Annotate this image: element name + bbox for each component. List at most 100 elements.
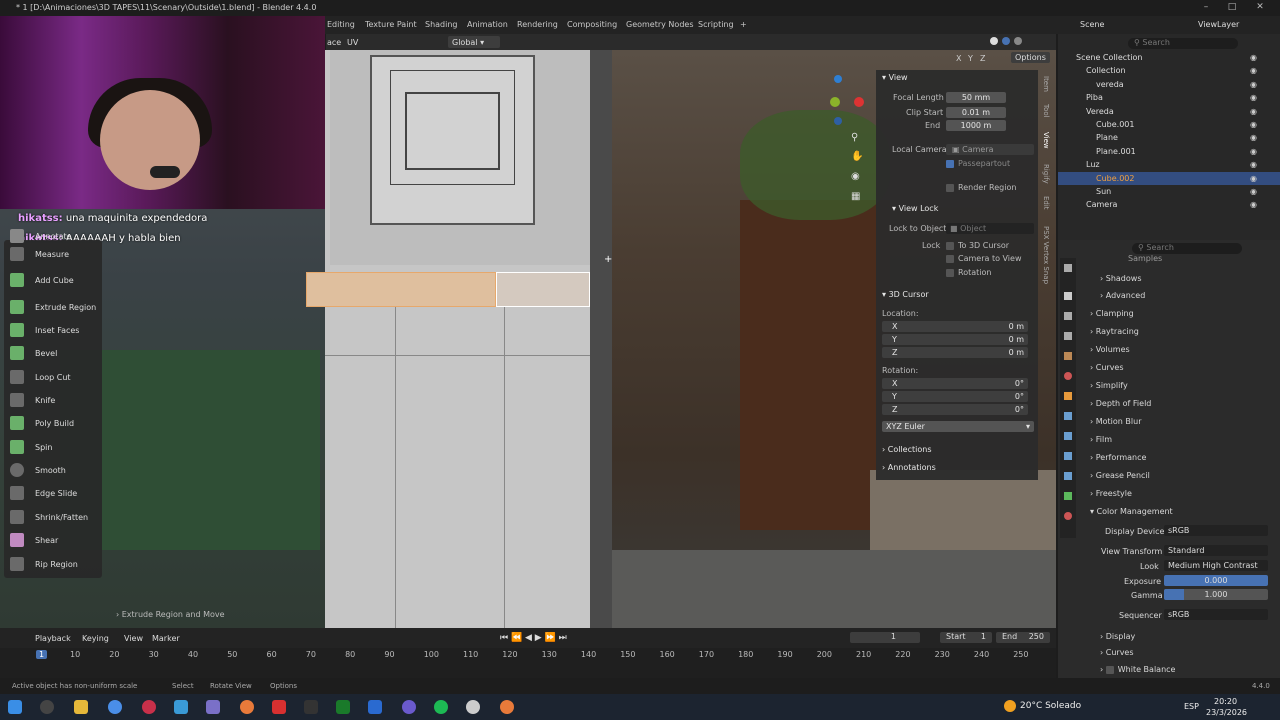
properties-section[interactable]: › Shadows: [1100, 274, 1141, 283]
tab-item[interactable]: Item: [1042, 76, 1050, 92]
opera-icon[interactable]: [142, 700, 156, 714]
add-workspace-icon[interactable]: +: [740, 20, 747, 29]
outliner-row[interactable]: Cube.001 ◉: [1058, 118, 1280, 131]
last-operator-panel[interactable]: › Extrude Region and Move: [116, 610, 225, 619]
outliner-row[interactable]: Sun ◉: [1058, 185, 1280, 198]
end-frame-field[interactable]: End 250: [996, 632, 1050, 643]
material-icon[interactable]: [1064, 512, 1072, 520]
properties-section[interactable]: › Depth of Field: [1090, 399, 1151, 408]
annotations-header[interactable]: › Annotations: [882, 463, 936, 472]
shading-material-icon[interactable]: [1002, 37, 1010, 45]
look-dropdown[interactable]: Medium High Contrast: [1164, 560, 1268, 571]
world-icon[interactable]: [1064, 372, 1072, 380]
properties-section[interactable]: › Grease Pencil: [1090, 471, 1150, 480]
uv-menu[interactable]: UV: [347, 38, 358, 47]
visibility-eye-icon[interactable]: ◉: [1250, 105, 1257, 118]
3d-cursor-header[interactable]: ▾ 3D Cursor: [882, 290, 929, 299]
keying-menu[interactable]: Keying: [82, 634, 109, 643]
mirror-z-toggle[interactable]: Z: [980, 54, 985, 63]
passepartout-checkbox[interactable]: Passepartout: [946, 159, 1010, 168]
particles-icon[interactable]: [1064, 432, 1072, 440]
curves-subpanel[interactable]: › Curves: [1100, 648, 1134, 657]
tool-measure[interactable]: Measure: [10, 244, 100, 264]
outliner-row[interactable]: Luz ◉: [1058, 158, 1280, 171]
outliner-row[interactable]: vereda ◉: [1058, 78, 1280, 91]
gamma-field[interactable]: 1.000: [1164, 589, 1268, 600]
selected-faces[interactable]: [306, 272, 496, 307]
app-purple-icon[interactable]: [402, 700, 416, 714]
properties-section[interactable]: › Simplify: [1090, 381, 1128, 390]
tool-loop-cut[interactable]: Loop Cut: [10, 367, 100, 387]
blender-icon[interactable]: [500, 700, 514, 714]
properties-section[interactable]: ▾ Color Management: [1090, 507, 1173, 516]
outliner-search[interactable]: ⚲ Search: [1128, 38, 1238, 49]
mode-menu-tail[interactable]: ace: [327, 38, 341, 47]
tool-shear[interactable]: Shear: [10, 530, 100, 550]
tab-view[interactable]: View: [1042, 132, 1050, 149]
scene-icon[interactable]: [1064, 352, 1072, 360]
options-dropdown[interactable]: Options: [1011, 52, 1050, 63]
output-settings-icon[interactable]: [1064, 312, 1072, 320]
edge-icon[interactable]: [174, 700, 188, 714]
app-icon[interactable]: [206, 700, 220, 714]
shading-solid-icon[interactable]: [990, 37, 998, 45]
scene-selector[interactable]: Scene: [1080, 20, 1104, 29]
file-explorer-icon[interactable]: [74, 700, 88, 714]
visibility-eye-icon[interactable]: ◉: [1250, 118, 1257, 131]
tool-rip-region[interactable]: Rip Region: [10, 554, 100, 574]
lock-rotation-checkbox[interactable]: Rotation: [946, 268, 991, 277]
focal-length-field[interactable]: 50 mm: [946, 92, 1006, 103]
obs-icon[interactable]: [466, 700, 480, 714]
view-section-header[interactable]: ▾ View: [882, 73, 908, 82]
tool-smooth[interactable]: Smooth: [10, 460, 100, 480]
blender-alt-icon[interactable]: [240, 700, 254, 714]
tab-tool[interactable]: Tool: [1042, 104, 1050, 118]
pan-hand-icon[interactable]: ✋: [851, 151, 863, 162]
outliner-row[interactable]: Vereda ◉: [1058, 105, 1280, 118]
tool-bevel[interactable]: Bevel: [10, 343, 100, 363]
chrome-icon[interactable]: [108, 700, 122, 714]
tab-scripting[interactable]: Scripting: [698, 20, 734, 29]
modifier-icon[interactable]: [1064, 412, 1072, 420]
properties-section[interactable]: › Clamping: [1090, 309, 1134, 318]
shading-rendered-icon[interactable]: [1014, 37, 1022, 45]
data-icon[interactable]: [1064, 492, 1072, 500]
start-icon[interactable]: [8, 700, 22, 714]
tab-rigify[interactable]: Rigify: [1042, 164, 1050, 184]
visibility-eye-icon[interactable]: ◉: [1250, 64, 1257, 77]
visibility-eye-icon[interactable]: ◉: [1250, 145, 1257, 158]
outliner-row[interactable]: Collection ◉: [1058, 64, 1280, 77]
clip-end-field[interactable]: 1000 m: [946, 120, 1006, 131]
tab-texture-paint[interactable]: Texture Paint: [365, 20, 417, 29]
x-axis-icon[interactable]: [854, 97, 864, 107]
vscode-icon[interactable]: [368, 700, 382, 714]
tool-spin[interactable]: Spin: [10, 437, 100, 457]
outliner-row[interactable]: Scene Collection ◉: [1058, 51, 1280, 64]
view-transform-dropdown[interactable]: Standard: [1164, 545, 1268, 556]
zoom-icon[interactable]: ⚲: [851, 132, 858, 143]
tab-rendering[interactable]: Rendering: [517, 20, 558, 29]
properties-section[interactable]: › Advanced: [1100, 291, 1145, 300]
tool-knife[interactable]: Knife: [10, 390, 100, 410]
tab-geometry-nodes[interactable]: Geometry Nodes: [626, 20, 693, 29]
weather-text[interactable]: 20°C Soleado: [1020, 701, 1081, 711]
render-settings-icon[interactable]: [1064, 292, 1072, 300]
clip-start-field[interactable]: 0.01 m: [946, 107, 1006, 118]
start-frame-field[interactable]: Start 1: [940, 632, 992, 643]
view-layer-selector[interactable]: ViewLayer: [1198, 20, 1239, 29]
clock-time[interactable]: 20:20: [1214, 697, 1237, 706]
tab-animation[interactable]: Animation: [467, 20, 508, 29]
properties-search[interactable]: ⚲ Search: [1132, 243, 1242, 254]
app-dark-icon[interactable]: [304, 700, 318, 714]
cursor-location-x[interactable]: X 0 m: [882, 321, 1028, 332]
tab-psx-vertex-snap[interactable]: PSX Vertex Snap: [1042, 226, 1050, 284]
minimize-icon[interactable]: –: [1200, 2, 1212, 12]
visibility-eye-icon[interactable]: ◉: [1250, 185, 1257, 198]
outliner-row[interactable]: Plane.001 ◉: [1058, 145, 1280, 158]
playback-controls[interactable]: ⏮ ⏪ ◀ ▶ ⏩ ⏭: [500, 633, 567, 643]
camera-to-view-checkbox[interactable]: Camera to View: [946, 254, 1022, 263]
cursor-rotation-y[interactable]: Y 0°: [882, 391, 1028, 402]
tool-settings-icon[interactable]: [1064, 264, 1072, 272]
properties-section[interactable]: › Volumes: [1090, 345, 1130, 354]
outliner-row[interactable]: Piba ◉: [1058, 91, 1280, 104]
